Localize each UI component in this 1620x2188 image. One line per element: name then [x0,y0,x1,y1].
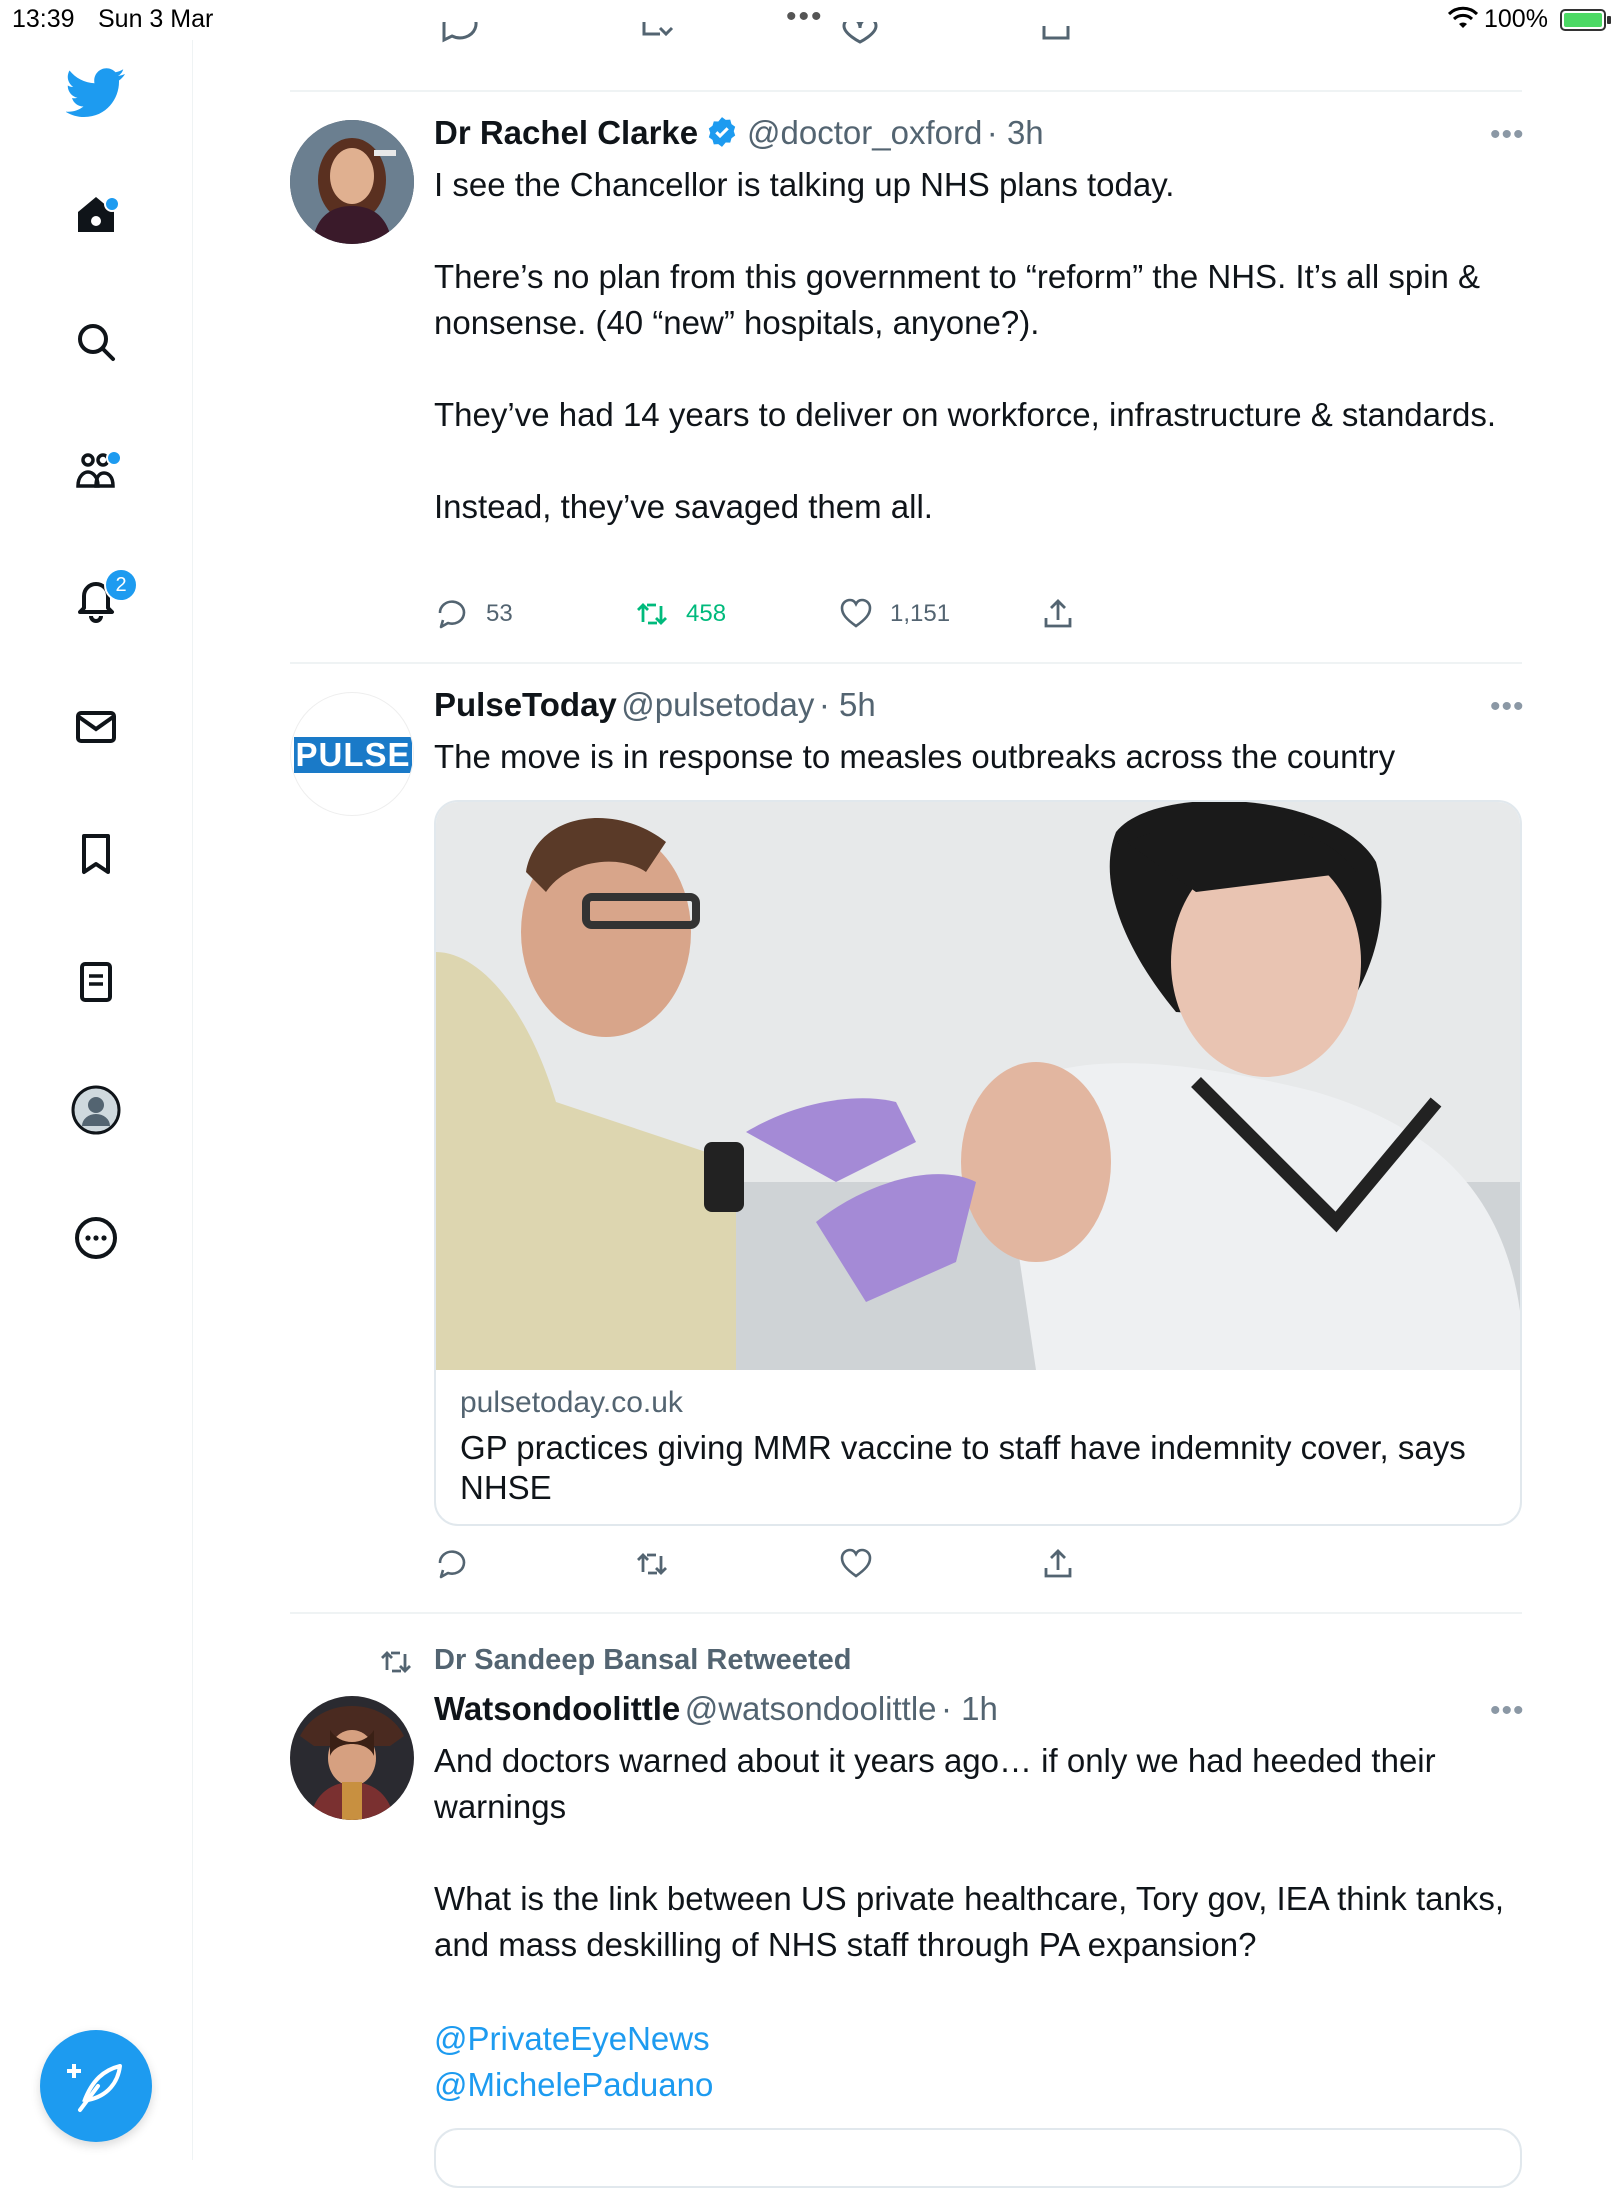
tweet-time[interactable]: · 1h [941,1690,998,1727]
heart-icon [840,598,872,628]
author-handle[interactable]: @watsondoolittle [685,1690,937,1727]
previous-tweet-actions [434,22,1074,52]
status-date: Sun 3 Mar [98,5,214,33]
search-icon[interactable] [66,312,126,372]
retweet-icon [637,603,667,625]
share-icon [1044,599,1072,628]
retweet-button[interactable]: 458 [634,594,726,634]
link-card-title: GP practices giving MMR vaccine to staff… [460,1429,1466,1506]
tweet-header: Dr Rachel Clarke @doctor_oxford · 3h [434,114,1044,154]
tweet-time[interactable]: · 5h [819,686,876,723]
home-icon[interactable] [66,184,126,244]
share-button[interactable] [1040,1544,1092,1584]
mention-link[interactable]: @MichelePaduano [434,2062,1514,2108]
tweet-more-icon[interactable]: ••• [1490,690,1525,724]
retweet-count: 458 [686,600,727,627]
lists-icon[interactable] [66,952,126,1012]
author-name[interactable]: PulseToday [434,686,617,723]
compose-tweet-button[interactable] [40,2030,152,2142]
tweet-divider [290,90,1522,92]
tweet-text: The move is in response to measles outbr… [434,738,1396,775]
retweet-button[interactable] [634,1544,686,1584]
tweet-text: And doctors warned about it years ago… i… [434,1742,1504,1963]
tweet-more-icon[interactable]: ••• [1490,1694,1525,1728]
tweet-more-icon[interactable]: ••• [1490,118,1525,152]
heart-icon [840,1548,872,1578]
like-button[interactable]: 1,151 [838,594,950,634]
reply-icon [438,1550,466,1579]
tweet-text: I see the Chancellor is talking up NHS p… [434,166,1497,525]
status-time: 13:39 [12,5,75,33]
battery-percent: 100% [1484,5,1548,33]
tweet-divider [290,662,1522,664]
avatar-pulsetoday[interactable]: PULSE [290,692,414,816]
communities-icon[interactable] [66,440,126,500]
profile-avatar-icon[interactable] [66,1080,126,1140]
notifications-count-badge: 2 [104,568,138,602]
author-handle[interactable]: @pulsetoday [621,686,814,723]
link-card-image [436,802,1520,1370]
like-count: 1,151 [890,600,951,627]
reply-count: 53 [486,600,513,627]
tweet-divider [290,1612,1522,1614]
reply-icon [438,600,466,629]
bookmarks-icon[interactable] [66,824,126,884]
like-button[interactable] [838,1544,890,1584]
retweet-icon [637,1553,667,1575]
avatar-doctor-oxford[interactable] [290,120,414,244]
reply-button[interactable]: 53 [434,594,513,634]
author-handle[interactable]: @doctor_oxford [747,114,982,151]
wifi-icon [1447,6,1479,37]
tweet-header: Watsondoolittle @watsondoolittle · 1h [434,1690,998,1728]
link-card[interactable]: pulsetoday.co.uk GP practices giving MMR… [434,800,1522,1526]
link-card-domain: pulsetoday.co.uk [460,1386,683,1419]
notifications-bell-icon[interactable]: 2 [66,568,138,628]
pulse-logo: PULSE [294,736,412,773]
retweeted-by-label[interactable]: Dr Sandeep Bansal Retweeted [434,1644,851,1677]
author-name[interactable]: Watsondoolittle [434,1690,680,1727]
sidebar-nav: 2 [0,40,193,2160]
more-options-icon[interactable] [66,1208,126,1268]
mention-link[interactable]: @PrivateEyeNews [434,2016,1514,2062]
share-icon [1044,1549,1072,1578]
retweeted-by-icon [374,1644,418,1685]
messages-envelope-icon[interactable] [66,696,126,756]
share-button[interactable] [1040,594,1092,634]
compose-feather-icon [67,2064,122,2112]
tweet-header: PulseToday @pulsetoday · 5h [434,686,876,724]
verified-badge-icon [705,115,739,154]
battery-icon [1560,9,1611,31]
reply-button[interactable] [434,1544,486,1584]
quoted-tweet-card[interactable] [434,2128,1522,2188]
avatar-watsondoolittle[interactable] [290,1696,414,1820]
home-new-dot [104,196,120,212]
communities-new-dot [106,450,122,466]
author-name[interactable]: Dr Rachel Clarke [434,114,698,151]
twitter-logo-icon[interactable] [65,62,126,122]
tweet-time[interactable]: · 3h [987,114,1044,151]
